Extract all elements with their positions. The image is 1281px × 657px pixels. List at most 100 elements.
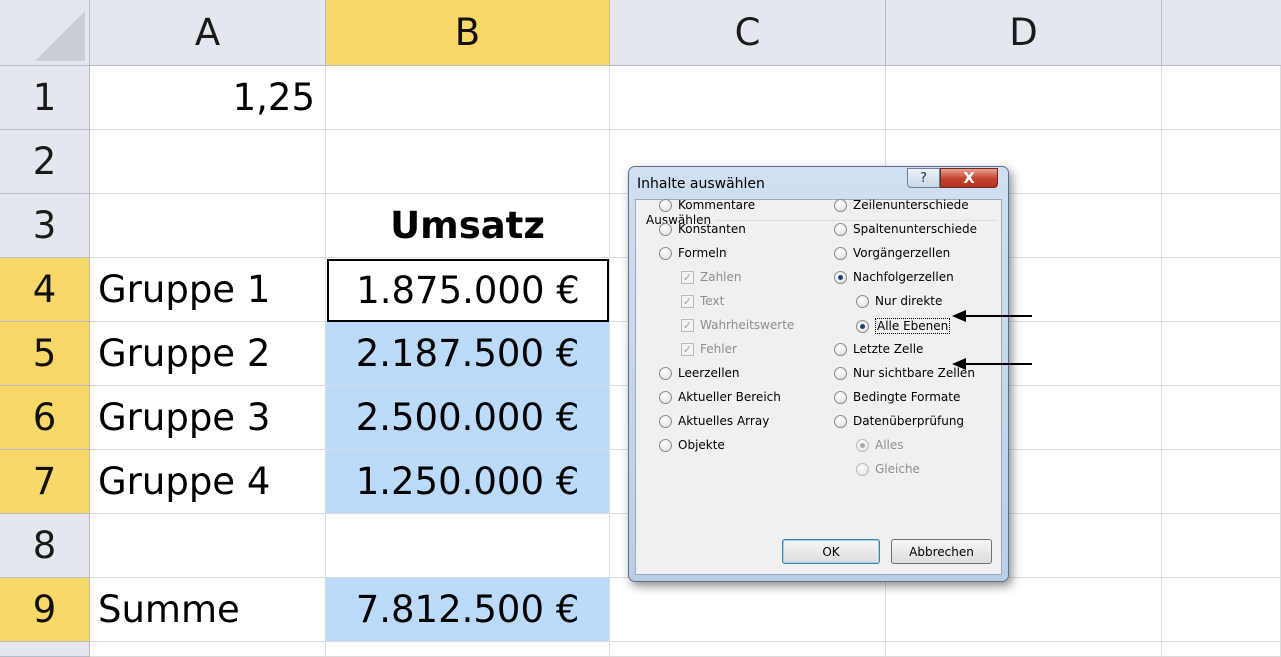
row-header-10[interactable] bbox=[0, 642, 90, 657]
radio-icon[interactable] bbox=[659, 222, 672, 236]
grid-cell[interactable] bbox=[886, 66, 1162, 130]
radio-icon[interactable] bbox=[834, 390, 847, 404]
option-konstanten[interactable]: Konstanten bbox=[659, 222, 746, 236]
option-spaltenunterschiede[interactable]: Spaltenunterschiede bbox=[834, 222, 977, 236]
radio-icon[interactable] bbox=[659, 246, 672, 260]
cell-b7[interactable]: 1.250.000 € bbox=[326, 450, 610, 514]
grid-cell[interactable] bbox=[1162, 514, 1281, 578]
row-header-2[interactable]: 2 bbox=[0, 130, 90, 194]
radio-icon[interactable] bbox=[834, 198, 847, 212]
column-header-c[interactable]: C bbox=[610, 0, 886, 66]
column-header-a[interactable]: A bbox=[90, 0, 326, 66]
close-button[interactable]: X bbox=[940, 168, 998, 188]
radio-icon[interactable] bbox=[856, 294, 869, 308]
grid-cell[interactable] bbox=[90, 514, 326, 578]
option-leerzellen[interactable]: Leerzellen bbox=[659, 366, 740, 380]
option-letzte-zelle[interactable]: Letzte Zelle bbox=[834, 342, 923, 356]
option-bedingte-formate[interactable]: Bedingte Formate bbox=[834, 390, 960, 404]
grid-cell[interactable] bbox=[886, 642, 1162, 657]
option-alle-ebenen[interactable]: Alle Ebenen bbox=[856, 318, 951, 334]
row-header-5[interactable]: 5 bbox=[0, 322, 90, 386]
row-header-4[interactable]: 4 bbox=[0, 258, 90, 322]
grid-cell[interactable] bbox=[610, 642, 886, 657]
row-header-8[interactable]: 8 bbox=[0, 514, 90, 578]
row-header-6[interactable]: 6 bbox=[0, 386, 90, 450]
grid-cell[interactable] bbox=[90, 130, 326, 194]
grid-cell[interactable] bbox=[90, 194, 326, 258]
radio-icon[interactable] bbox=[834, 342, 847, 356]
cell-b5[interactable]: 2.187.500 € bbox=[326, 322, 610, 386]
grid-cell[interactable] bbox=[1162, 386, 1281, 450]
radio-icon[interactable] bbox=[834, 414, 847, 428]
select-all-corner[interactable] bbox=[0, 0, 90, 66]
dialog-body: Auswählen Kommentare Konstanten Formeln ✓ Za… bbox=[635, 198, 1002, 575]
option-label: Aktuelles Array bbox=[678, 414, 770, 428]
grid-cell[interactable] bbox=[90, 642, 326, 657]
column-header-d[interactable]: D bbox=[886, 0, 1162, 66]
row-header-1[interactable]: 1 bbox=[0, 66, 90, 130]
cell-a7[interactable]: Gruppe 4 bbox=[90, 450, 326, 514]
help-button[interactable]: ? bbox=[907, 168, 940, 188]
option-label: Leerzellen bbox=[678, 366, 740, 380]
radio-icon[interactable] bbox=[834, 366, 847, 380]
radio-icon[interactable] bbox=[834, 270, 847, 284]
radio-icon[interactable] bbox=[834, 246, 847, 260]
column-header-b[interactable]: B bbox=[326, 0, 610, 66]
option-vorgängerzellen[interactable]: Vorgängerzellen bbox=[834, 246, 950, 260]
option-nur-sichtbare-zellen[interactable]: Nur sichtbare Zellen bbox=[834, 366, 975, 380]
cell-a5[interactable]: Gruppe 2 bbox=[90, 322, 326, 386]
row-header-9[interactable]: 9 bbox=[0, 578, 90, 642]
option-nachfolgerzellen[interactable]: Nachfolgerzellen bbox=[834, 270, 954, 284]
grid-cell[interactable] bbox=[326, 514, 610, 578]
grid-cell[interactable] bbox=[1162, 66, 1281, 130]
grid-cell[interactable] bbox=[326, 642, 610, 657]
column-header-e[interactable] bbox=[1162, 0, 1281, 66]
radio-icon[interactable] bbox=[659, 198, 672, 212]
option-label: Spaltenunterschiede bbox=[853, 222, 978, 236]
option-nur-direkte[interactable]: Nur direkte bbox=[856, 294, 942, 308]
grid-cell[interactable] bbox=[1162, 578, 1281, 642]
option-zeilenunterschiede[interactable]: Zeilenunterschiede bbox=[834, 198, 969, 212]
grid-cell[interactable] bbox=[886, 578, 1162, 642]
row-header-3[interactable]: 3 bbox=[0, 194, 90, 258]
grid-cell[interactable] bbox=[1162, 642, 1281, 657]
option-datenüberprüfung[interactable]: Datenüberprüfung bbox=[834, 414, 964, 428]
row-header-7[interactable]: 7 bbox=[0, 450, 90, 514]
option-label: Objekte bbox=[678, 438, 725, 452]
ok-button[interactable]: OK bbox=[782, 539, 880, 564]
cell-a1[interactable]: 1,25 bbox=[90, 66, 326, 130]
radio-icon bbox=[856, 438, 869, 452]
option-fehler: ✓ Fehler bbox=[681, 342, 737, 356]
cell-b3[interactable]: Umsatz bbox=[326, 194, 610, 258]
cell-a9[interactable]: Summe bbox=[90, 578, 326, 642]
cell-b9[interactable]: 7.812.500 € bbox=[326, 578, 610, 642]
select-all-triangle-icon bbox=[35, 11, 85, 61]
option-label: Wahrheitswerte bbox=[700, 318, 795, 332]
radio-icon[interactable] bbox=[659, 390, 672, 404]
grid-cell[interactable] bbox=[1162, 130, 1281, 194]
grid-cell[interactable] bbox=[1162, 450, 1281, 514]
cell-b6[interactable]: 2.500.000 € bbox=[326, 386, 610, 450]
grid-cell[interactable] bbox=[1162, 258, 1281, 322]
grid-cell[interactable] bbox=[1162, 322, 1281, 386]
grid-cell[interactable] bbox=[1162, 194, 1281, 258]
grid-cell[interactable] bbox=[326, 130, 610, 194]
radio-icon[interactable] bbox=[856, 319, 869, 333]
cancel-button[interactable]: Abbrechen bbox=[891, 539, 992, 564]
option-formeln[interactable]: Formeln bbox=[659, 246, 727, 260]
option-objekte[interactable]: Objekte bbox=[659, 438, 725, 452]
cell-b4[interactable]: 1.875.000 € bbox=[327, 259, 609, 322]
option-aktuelles-array[interactable]: Aktuelles Array bbox=[659, 414, 769, 428]
grid-cell[interactable] bbox=[610, 578, 886, 642]
grid-cell[interactable] bbox=[326, 66, 610, 130]
option-kommentare[interactable]: Kommentare bbox=[659, 198, 755, 212]
radio-icon[interactable] bbox=[659, 438, 672, 452]
radio-icon[interactable] bbox=[659, 414, 672, 428]
cell-a4[interactable]: Gruppe 1 bbox=[90, 258, 326, 322]
grid-cell[interactable] bbox=[610, 66, 886, 130]
radio-icon[interactable] bbox=[659, 366, 672, 380]
cell-a6[interactable]: Gruppe 3 bbox=[90, 386, 326, 450]
checkbox-icon: ✓ bbox=[681, 342, 694, 356]
radio-icon[interactable] bbox=[834, 222, 847, 236]
option-aktueller-bereich[interactable]: Aktueller Bereich bbox=[659, 390, 781, 404]
